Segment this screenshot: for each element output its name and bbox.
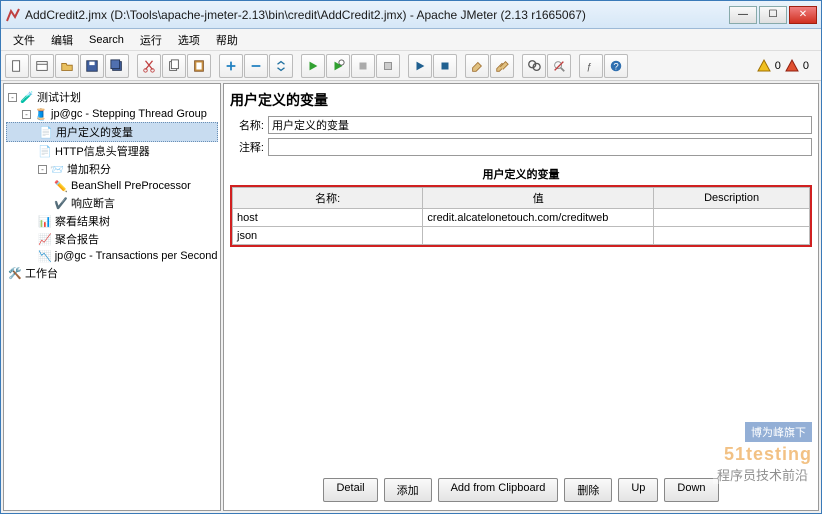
error-icon bbox=[785, 59, 799, 73]
assert-icon: ✔️ bbox=[54, 196, 68, 210]
delete-button[interactable]: 删除 bbox=[564, 478, 612, 502]
window-controls: — ☐ ✕ bbox=[729, 6, 817, 24]
toggle-icon[interactable] bbox=[269, 54, 293, 78]
remote-stop-icon[interactable] bbox=[433, 54, 457, 78]
window-title: AddCredit2.jmx (D:\Tools\apache-jmeter-2… bbox=[25, 8, 729, 22]
tps-icon: 📉 bbox=[38, 249, 52, 263]
menu-search[interactable]: Search bbox=[83, 32, 130, 48]
app-icon bbox=[5, 7, 21, 23]
remote-start-icon[interactable] bbox=[408, 54, 432, 78]
tree-tps[interactable]: 📉jp@gc - Transactions per Second bbox=[6, 248, 218, 264]
svg-text:?: ? bbox=[613, 61, 618, 72]
warning-icon bbox=[757, 59, 771, 73]
collapse-icon[interactable] bbox=[244, 54, 268, 78]
save-all-icon[interactable] bbox=[105, 54, 129, 78]
close-button[interactable]: ✕ bbox=[789, 6, 817, 24]
search-icon[interactable] bbox=[522, 54, 546, 78]
flask-icon: 🧪 bbox=[20, 90, 34, 104]
svg-text:ƒ: ƒ bbox=[587, 61, 592, 72]
tree-aggregate[interactable]: 📈聚合报告 bbox=[6, 230, 218, 248]
toolbar: ƒ ? 0 0 bbox=[1, 51, 821, 81]
menu-file[interactable]: 文件 bbox=[7, 30, 41, 50]
tree-workbench[interactable]: 🛠️工作台 bbox=[6, 264, 218, 282]
table-row[interactable]: hostcredit.alcatelonetouch.com/creditweb bbox=[233, 209, 810, 227]
vars-icon: 📄 bbox=[39, 125, 53, 139]
thread-icon: 🧵 bbox=[34, 107, 48, 121]
section-title: 用户定义的变量 bbox=[230, 166, 812, 182]
variables-table-highlight: 名称: 值 Description hostcredit.alcatelonet… bbox=[230, 185, 812, 247]
results-icon: 📊 bbox=[38, 214, 52, 228]
titlebar: AddCredit2.jmx (D:\Tools\apache-jmeter-2… bbox=[1, 1, 821, 29]
open-icon[interactable] bbox=[55, 54, 79, 78]
error-counter: 0 0 bbox=[757, 59, 817, 73]
cut-icon[interactable] bbox=[137, 54, 161, 78]
tree-beanshell[interactable]: ✏️BeanShell PreProcessor bbox=[6, 178, 218, 194]
down-button[interactable]: Down bbox=[664, 478, 718, 502]
tree-thread-group[interactable]: -🧵jp@gc - Stepping Thread Group bbox=[6, 106, 218, 122]
new-icon[interactable] bbox=[5, 54, 29, 78]
start-notimers-icon[interactable] bbox=[326, 54, 350, 78]
menu-run[interactable]: 运行 bbox=[134, 30, 168, 50]
start-icon[interactable] bbox=[301, 54, 325, 78]
app-window: AddCredit2.jmx (D:\Tools\apache-jmeter-2… bbox=[0, 0, 822, 514]
clear-icon[interactable] bbox=[465, 54, 489, 78]
sampler-icon: 📨 bbox=[50, 162, 64, 176]
detail-button[interactable]: Detail bbox=[323, 478, 377, 502]
comment-input[interactable] bbox=[268, 138, 812, 156]
warn-count: 0 bbox=[775, 60, 781, 72]
body-split: -🧪测试计划 -🧵jp@gc - Stepping Thread Group 📄… bbox=[1, 81, 821, 513]
menu-help[interactable]: 帮助 bbox=[210, 30, 244, 50]
tree-panel[interactable]: -🧪测试计划 -🧵jp@gc - Stepping Thread Group 📄… bbox=[3, 83, 221, 511]
variables-table[interactable]: 名称: 值 Description hostcredit.alcatelonet… bbox=[232, 187, 810, 245]
menubar: 文件 编辑 Search 运行 选项 帮助 bbox=[1, 29, 821, 51]
tree-view-results[interactable]: 📊察看结果树 bbox=[6, 212, 218, 230]
editor-panel: 用户定义的变量 名称: 注释: 用户定义的变量 名称: 值 Descriptio… bbox=[223, 83, 819, 511]
maximize-button[interactable]: ☐ bbox=[759, 6, 787, 24]
table-row[interactable]: json bbox=[233, 227, 810, 245]
name-label: 名称: bbox=[230, 117, 264, 133]
copy-icon[interactable] bbox=[162, 54, 186, 78]
header-icon: 📄 bbox=[38, 144, 52, 158]
aggregate-icon: 📈 bbox=[38, 232, 52, 246]
workbench-icon: 🛠️ bbox=[8, 266, 22, 280]
templates-icon[interactable] bbox=[30, 54, 54, 78]
reset-search-icon[interactable] bbox=[547, 54, 571, 78]
col-name: 名称: bbox=[233, 188, 423, 209]
clear-all-icon[interactable] bbox=[490, 54, 514, 78]
paste-icon[interactable] bbox=[187, 54, 211, 78]
function-icon[interactable]: ƒ bbox=[579, 54, 603, 78]
stop-icon[interactable] bbox=[351, 54, 375, 78]
add-button[interactable]: 添加 bbox=[384, 478, 432, 502]
tree-testplan[interactable]: -🧪测试计划 bbox=[6, 88, 218, 106]
col-value: 值 bbox=[423, 188, 654, 209]
menu-edit[interactable]: 编辑 bbox=[45, 30, 79, 50]
preproc-icon: ✏️ bbox=[54, 179, 68, 193]
menu-options[interactable]: 选项 bbox=[172, 30, 206, 50]
name-input[interactable] bbox=[268, 116, 812, 134]
button-row: Detail 添加 Add from Clipboard 删除 Up Down bbox=[230, 472, 812, 504]
comment-label: 注释: bbox=[230, 139, 264, 155]
tree-http-header[interactable]: 📄HTTP信息头管理器 bbox=[6, 142, 218, 160]
panel-heading: 用户定义的变量 bbox=[230, 90, 812, 110]
help-icon[interactable]: ? bbox=[604, 54, 628, 78]
up-button[interactable]: Up bbox=[618, 478, 658, 502]
add-clipboard-button[interactable]: Add from Clipboard bbox=[438, 478, 559, 502]
expand-icon[interactable] bbox=[219, 54, 243, 78]
err-count: 0 bbox=[803, 60, 809, 72]
save-icon[interactable] bbox=[80, 54, 104, 78]
tree-udv[interactable]: 📄用户定义的变量 bbox=[6, 122, 218, 142]
shutdown-icon[interactable] bbox=[376, 54, 400, 78]
col-desc: Description bbox=[654, 188, 810, 209]
tree-sampler[interactable]: -📨增加积分 bbox=[6, 160, 218, 178]
minimize-button[interactable]: — bbox=[729, 6, 757, 24]
tree-assertion[interactable]: ✔️响应断言 bbox=[6, 194, 218, 212]
